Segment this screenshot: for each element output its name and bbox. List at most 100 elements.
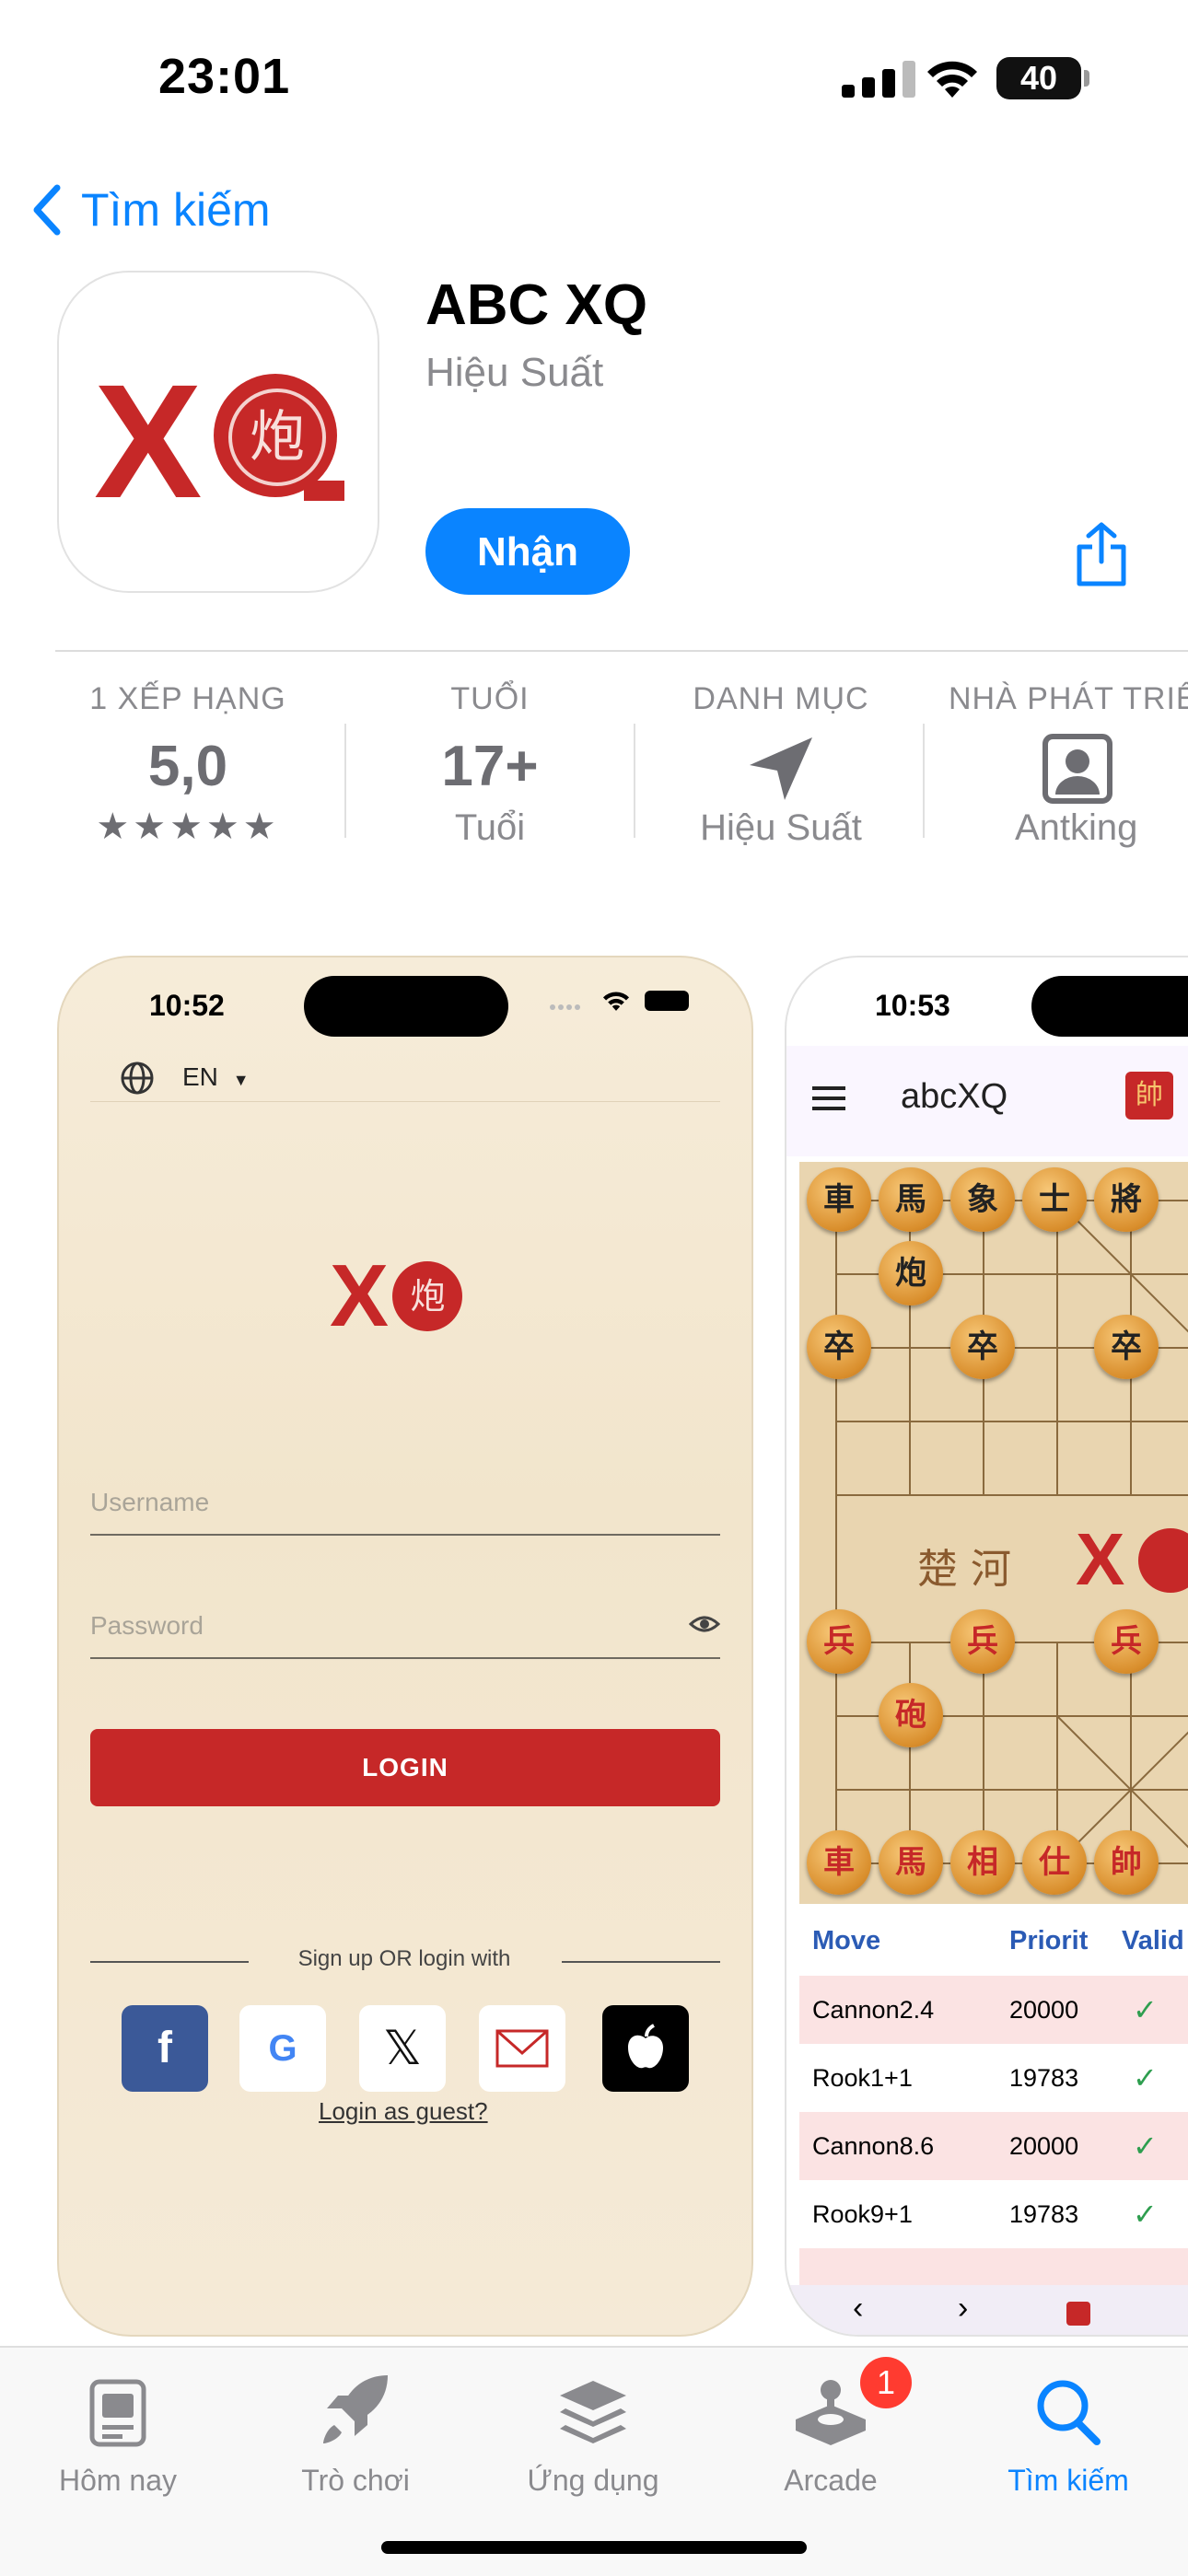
piece-black-soldier[interactable]: 卒	[950, 1315, 1015, 1379]
facebook-login-button[interactable]: f	[122, 2005, 208, 2092]
info-developer[interactable]: NHÀ PHÁT TRIỂ Antking	[932, 681, 1188, 884]
paper-plane-icon	[750, 737, 812, 800]
password-input[interactable]: Password	[90, 1611, 204, 1641]
tab-games[interactable]: Trò chơi	[254, 2362, 457, 2498]
joystick-icon	[796, 2380, 866, 2445]
shot1-wifi-icon	[602, 992, 630, 1011]
piece-red-horse[interactable]: 馬	[879, 1830, 943, 1895]
share-icon[interactable]	[1074, 521, 1129, 587]
piece-black-cannon[interactable]: 炮	[879, 1241, 943, 1305]
prev-icon[interactable]: ‹	[853, 2291, 863, 2327]
or-line-right	[562, 1961, 720, 1963]
tab-games-label: Trò chơi	[301, 2464, 410, 2497]
piece-black-horse[interactable]: 馬	[879, 1167, 943, 1232]
piece-red-elephant[interactable]: 相	[950, 1830, 1015, 1895]
tab-today-label: Hôm nay	[58, 2464, 178, 2497]
piece-red-soldier[interactable]: 兵	[950, 1609, 1015, 1674]
table-row[interactable]: Cannon8.6 20000 ✓	[799, 2112, 1188, 2180]
piece-red-soldier[interactable]: 兵	[807, 1609, 871, 1674]
piece-black-advisor[interactable]: 士	[1022, 1167, 1087, 1232]
shot2-bottom-bar: ‹ ›	[786, 2285, 1188, 2335]
check-icon: ✓	[1133, 2061, 1158, 2094]
get-button[interactable]: Nhận	[425, 508, 630, 595]
piece-black-soldier[interactable]: 卒	[1094, 1315, 1159, 1379]
shot2-title: abcXQ	[901, 1077, 1008, 1116]
screenshot-game[interactable]: 10:53 abcXQ 帥 楚 河 X 車 馬 象 士 將 炮 卒 卒 卒 兵 …	[785, 956, 1188, 2337]
x-login-button[interactable]: 𝕏	[359, 2005, 446, 2092]
piece-red-general[interactable]: 帥	[1094, 1830, 1159, 1895]
river-logo: X	[1076, 1518, 1125, 1600]
piece-black-chariot[interactable]: 車	[807, 1167, 871, 1232]
info-category[interactable]: DANH MỤC Hiệu Suất	[635, 681, 926, 884]
guest-login-link[interactable]: Login as guest?	[319, 2097, 488, 2126]
info-ratings[interactable]: 1 XẾP HẠNG 5,0 ★★★★★	[42, 681, 333, 884]
row-priority: 20000	[1009, 2132, 1079, 2160]
app-icon-glyph: 炮	[228, 389, 326, 486]
rating-stars: ★★★★★	[96, 806, 280, 847]
category-sub: Hiệu Suất	[700, 807, 862, 848]
apple-login-button[interactable]	[602, 2005, 689, 2092]
home-indicator[interactable]	[381, 2541, 807, 2554]
board-grid	[835, 1200, 1188, 1864]
row-move: Rook9+1	[812, 2200, 913, 2228]
col-move: Move	[812, 1926, 881, 1955]
username-input[interactable]: Username	[90, 1488, 209, 1517]
row-priority: 19783	[1009, 2200, 1079, 2228]
category-label: DANH MỤC	[693, 681, 869, 716]
today-icon	[89, 2379, 146, 2447]
person-icon	[1042, 734, 1112, 804]
row-move: Cannon2.4	[812, 1996, 935, 2024]
piece-red-cannon[interactable]: 砲	[879, 1683, 943, 1747]
xiangqi-board[interactable]: 楚 河 X 車 馬 象 士 將 炮 卒 卒 卒 兵 兵 兵 砲 車 馬 相 仕 …	[799, 1162, 1188, 1904]
language-selector[interactable]: EN ▼	[182, 1062, 250, 1092]
table-row[interactable]: Rook1+1 19783 ✓	[799, 2044, 1188, 2112]
red-side-icon[interactable]	[1066, 2302, 1090, 2326]
screenshot-login[interactable]: 10:52 EN ▼ X 炮 Username Password LOGIN S…	[57, 956, 753, 2337]
table-row[interactable]: Cannon2.4 20000 ✓	[799, 1976, 1188, 2044]
wifi-icon	[927, 61, 977, 98]
piece-black-elephant[interactable]: 象	[950, 1167, 1015, 1232]
app-name: ABC XQ	[425, 273, 648, 337]
google-login-button[interactable]: G	[239, 2005, 326, 2092]
piece-black-general[interactable]: 將	[1094, 1167, 1159, 1232]
shot2-avatar[interactable]: 帥	[1125, 1072, 1173, 1120]
menu-icon[interactable]	[812, 1085, 845, 1112]
info-age[interactable]: TUỔI 17+ Tuổi	[344, 681, 635, 884]
lang-divider	[90, 1101, 720, 1102]
tab-apps[interactable]: Ứng dụng	[492, 2362, 694, 2498]
next-icon[interactable]: ›	[958, 2291, 968, 2327]
piece-red-soldier[interactable]: 兵	[1094, 1609, 1159, 1674]
search-icon	[1037, 2380, 1101, 2445]
age-value: 17+	[441, 735, 539, 798]
col-valid: Valid	[1122, 1926, 1184, 1955]
arcade-badge: 1	[860, 2357, 912, 2408]
google-icon: G	[268, 2028, 297, 2069]
age-label: TUỔI	[450, 681, 530, 716]
tab-today[interactable]: Hôm nay	[17, 2362, 219, 2498]
email-login-button[interactable]	[479, 2005, 565, 2092]
ratings-label: 1 XẾP HẠNG	[89, 681, 286, 716]
eye-icon[interactable]	[689, 1613, 720, 1635]
shot2-time: 10:53	[875, 989, 950, 1022]
mail-icon	[495, 2029, 549, 2068]
shot1-signal-icon	[549, 1000, 582, 1010]
or-line-left	[90, 1961, 249, 1963]
login-button[interactable]: LOGIN	[90, 1729, 720, 1806]
tab-arcade-label: Arcade	[784, 2464, 878, 2497]
app-icon-tail	[304, 481, 344, 501]
age-sub: Tuổi	[454, 807, 526, 848]
piece-black-soldier[interactable]: 卒	[807, 1315, 871, 1379]
back-label: Tìm kiếm	[81, 184, 271, 236]
divider-text: Sign up OR login with	[297, 1946, 511, 1971]
dynamic-island	[304, 976, 508, 1037]
check-icon: ✓	[1133, 1993, 1158, 2026]
cellular-signal-icon	[842, 61, 915, 98]
tab-search[interactable]: Tìm kiếm	[967, 2362, 1170, 2498]
shot1-battery-icon	[645, 991, 689, 1011]
piece-red-advisor[interactable]: 仕	[1022, 1830, 1087, 1895]
piece-red-chariot[interactable]: 車	[807, 1830, 871, 1895]
back-button[interactable]: Tìm kiếm	[31, 180, 271, 239]
table-row[interactable]: Rook9+1 19783 ✓	[799, 2180, 1188, 2248]
category-value	[635, 734, 926, 802]
app-icon-circle: 炮	[214, 374, 344, 501]
